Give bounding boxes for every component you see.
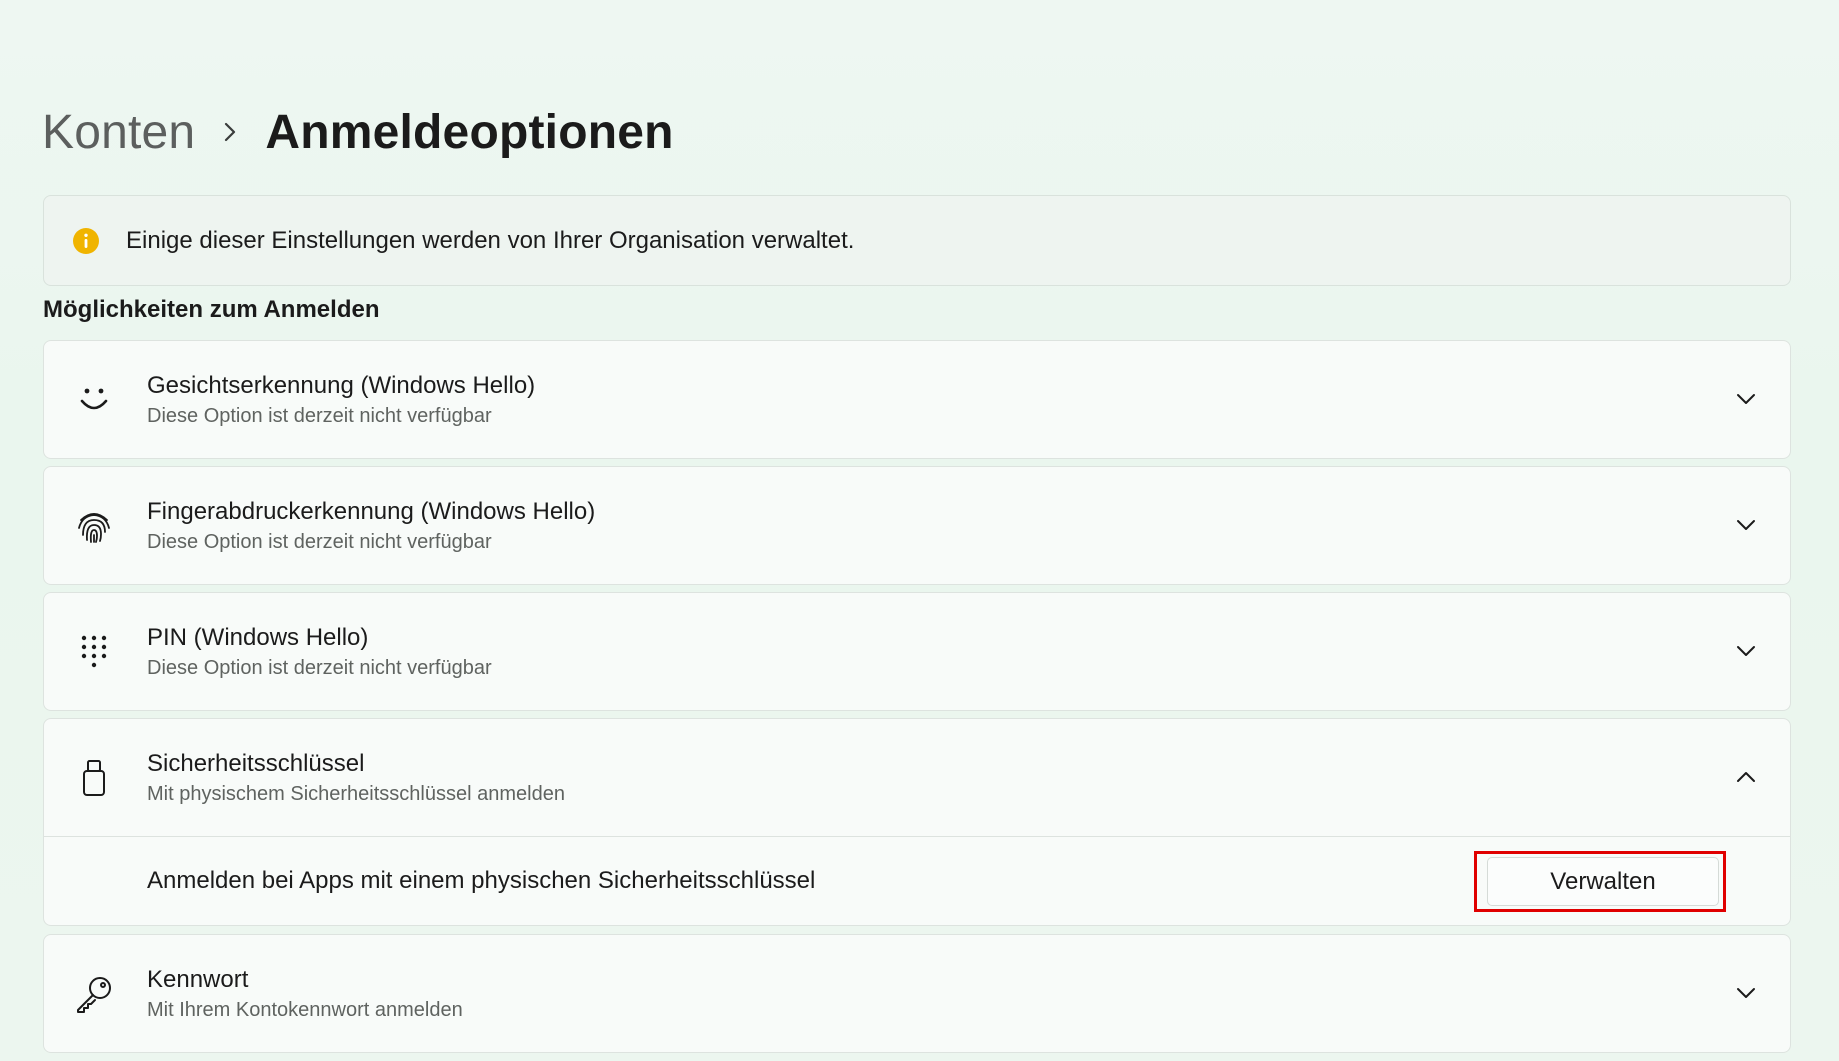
breadcrumb-konten[interactable]: Konten <box>42 105 195 160</box>
info-icon <box>72 227 100 255</box>
option-subtitle: Diese Option ist derzeit nicht verfügbar <box>147 657 492 679</box>
key-icon <box>44 974 144 1014</box>
option-title: Sicherheitsschlüssel <box>147 750 365 777</box>
fingerprint-icon <box>44 508 144 544</box>
option-fingerprint: Fingerabdruckerkennung (Windows Hello) D… <box>43 466 1791 585</box>
info-bar: Einige dieser Einstellungen werden von I… <box>43 195 1791 286</box>
option-title: PIN (Windows Hello) <box>147 624 369 651</box>
manage-button[interactable]: Verwalten <box>1487 857 1719 906</box>
option-face-recognition-header[interactable]: Gesichtserkennung (Windows Hello) Diese … <box>44 341 1790 458</box>
chevron-down-icon[interactable] <box>1732 637 1760 665</box>
option-subtitle: Mit Ihrem Kontokennwort anmelden <box>147 999 463 1021</box>
highlight-box: Verwalten <box>1474 851 1726 912</box>
chevron-down-icon[interactable] <box>1732 511 1760 539</box>
chevron-down-icon[interactable] <box>1732 385 1760 413</box>
info-text: Einige dieser Einstellungen werden von I… <box>126 226 855 254</box>
security-key-detail: Anmelden bei Apps mit einem physischen S… <box>44 836 1790 925</box>
option-face-recognition: Gesichtserkennung (Windows Hello) Diese … <box>43 340 1791 459</box>
pin-keypad-icon <box>44 634 144 670</box>
chevron-up-icon[interactable] <box>1732 763 1760 791</box>
option-password-header[interactable]: Kennwort Mit Ihrem Kontokennwort anmelde… <box>44 935 1790 1052</box>
option-subtitle: Diese Option ist derzeit nicht verfügbar <box>147 405 492 427</box>
page-title: Anmeldeoptionen <box>265 105 674 159</box>
option-security-key-header[interactable]: Sicherheitsschlüssel Mit physischem Sich… <box>44 719 1790 836</box>
chevron-down-icon[interactable] <box>1732 979 1760 1007</box>
option-subtitle: Mit physischem Sicherheitsschlüssel anme… <box>147 783 565 805</box>
option-password: Kennwort Mit Ihrem Kontokennwort anmelde… <box>43 934 1791 1053</box>
option-title: Gesichtserkennung (Windows Hello) <box>147 372 536 399</box>
face-icon <box>44 385 144 415</box>
usb-key-icon <box>44 759 144 797</box>
option-security-key: Sicherheitsschlüssel Mit physischem Sich… <box>43 718 1791 926</box>
option-pin-header[interactable]: PIN (Windows Hello) Diese Option ist der… <box>44 593 1790 710</box>
option-fingerprint-header[interactable]: Fingerabdruckerkennung (Windows Hello) D… <box>44 467 1790 584</box>
chevron-right-icon <box>195 121 265 143</box>
option-title: Kennwort <box>147 966 249 993</box>
section-title: Möglichkeiten zum Anmelden <box>43 296 380 323</box>
breadcrumb: Konten Anmeldeoptionen <box>42 100 674 164</box>
option-title: Fingerabdruckerkennung (Windows Hello) <box>147 498 596 525</box>
security-key-detail-text: Anmelden bei Apps mit einem physischen S… <box>147 867 816 894</box>
option-pin: PIN (Windows Hello) Diese Option ist der… <box>43 592 1791 711</box>
option-subtitle: Diese Option ist derzeit nicht verfügbar <box>147 531 492 553</box>
